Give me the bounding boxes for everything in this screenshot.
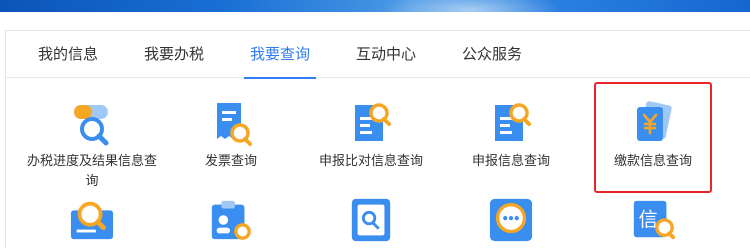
profile-search-icon bbox=[351, 198, 391, 242]
tab-interaction-center[interactable]: 互动中心 bbox=[356, 31, 416, 78]
progress-result-query-item[interactable]: 办税进度及结果信息查询 bbox=[22, 99, 162, 194]
payment-info-icon bbox=[637, 101, 672, 141]
invoice-query-item[interactable]: 发票查询 bbox=[161, 99, 301, 174]
progress-search-icon bbox=[74, 105, 109, 146]
credit-search-icon: 信 bbox=[633, 200, 676, 240]
declaration-compare-icon bbox=[355, 103, 391, 141]
declaration-info-icon bbox=[495, 103, 531, 141]
tab-bar: 我的信息 我要办税 我要查询 互动中心 公众服务 bbox=[6, 31, 750, 79]
item-label: 申报比对信息查询 bbox=[318, 153, 423, 168]
id-card-search-icon bbox=[211, 200, 251, 240]
item-label: 申报信息查询 bbox=[471, 153, 550, 168]
message-search-item[interactable] bbox=[441, 197, 581, 248]
declaration-info-query-item[interactable]: 申报信息查询 bbox=[441, 99, 581, 174]
message-search-icon bbox=[489, 198, 533, 242]
svg-text:信: 信 bbox=[639, 208, 658, 231]
invoice-search-icon bbox=[217, 103, 252, 146]
profile-search-item[interactable] bbox=[301, 197, 441, 248]
tab-query[interactable]: 我要查询 bbox=[243, 31, 317, 79]
credit-search-item[interactable]: 信 bbox=[583, 197, 723, 248]
item-label: 发票查询 bbox=[204, 153, 257, 168]
id-card-search-item[interactable] bbox=[161, 197, 301, 248]
item-label: 办税进度及结果信息查询 bbox=[26, 153, 157, 188]
card-search-item[interactable] bbox=[22, 197, 162, 248]
payment-info-query-item[interactable]: 缴款信息查询 bbox=[583, 99, 723, 174]
tab-my-info[interactable]: 我的信息 bbox=[38, 31, 98, 78]
card-search-icon bbox=[70, 201, 114, 240]
tab-tax-handling[interactable]: 我要办税 bbox=[144, 31, 204, 78]
declaration-compare-query-item[interactable]: 申报比对信息查询 bbox=[301, 99, 441, 174]
tab-public-service[interactable]: 公众服务 bbox=[462, 31, 522, 78]
item-label: 缴款信息查询 bbox=[613, 153, 692, 168]
